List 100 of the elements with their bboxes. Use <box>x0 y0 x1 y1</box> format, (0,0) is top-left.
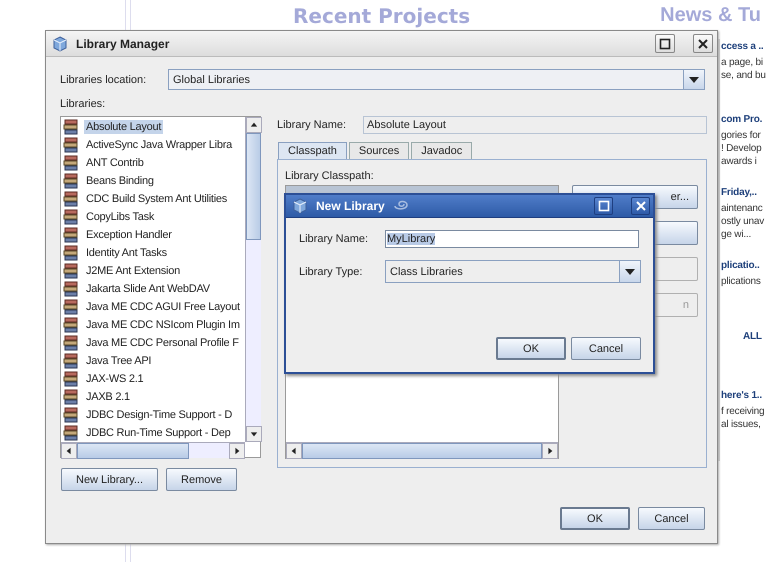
window-title: Library Manager <box>76 36 170 50</box>
section-heading: News & Tu <box>660 4 761 28</box>
arrow-left-icon <box>290 447 298 455</box>
field-label: Library Name: <box>299 233 370 245</box>
library-item[interactable]: Exception Handler <box>61 226 245 244</box>
arrow-left-icon <box>65 447 73 455</box>
news-text: a page, bi <box>721 57 764 70</box>
section-heading: Recent Projects <box>293 4 470 28</box>
library-item[interactable]: Jakarta Slide Ant WebDAV <box>61 280 245 298</box>
library-item[interactable]: ActiveSync Java Wrapper Libra <box>61 136 245 154</box>
list-label: Library Classpath: <box>285 170 375 182</box>
scroll-right-button[interactable] <box>229 443 245 459</box>
scrollbar-thumb[interactable] <box>246 133 261 240</box>
library-item[interactable]: Java ME CDC AGUI Free Layout <box>61 298 245 316</box>
all-link[interactable]: ALL <box>743 331 762 342</box>
field-label: Library Type: <box>299 266 364 278</box>
tab[interactable]: Classpath <box>278 142 347 159</box>
news-text: awards i <box>721 156 758 169</box>
library-item[interactable]: CDC Build System Ant Utilities <box>61 190 245 208</box>
news-text: f receiving <box>721 406 766 419</box>
books-icon <box>63 407 79 423</box>
dialog-button[interactable]: OK <box>560 507 630 530</box>
books-icon <box>63 173 79 189</box>
dialog-button[interactable]: Cancel <box>638 507 705 530</box>
news-title[interactable]: ccess a .. <box>721 41 766 57</box>
news-text: se, and bu <box>721 70 766 83</box>
news-title[interactable]: here's 1.. <box>721 390 766 406</box>
news-text: ostly unav <box>721 216 766 229</box>
scrollbar-thumb[interactable] <box>77 443 189 459</box>
library-item[interactable]: CopyLibs Task <box>61 208 245 226</box>
location-dropdown[interactable]: Global Libraries <box>168 69 705 90</box>
books-icon <box>63 119 79 135</box>
library-item[interactable]: Java Tree API <box>61 352 245 370</box>
books-icon <box>63 263 79 279</box>
maximize-icon <box>659 38 671 50</box>
field-label: Library Name: <box>277 119 346 131</box>
scroll-left-button[interactable] <box>61 443 77 459</box>
scroll-left-button[interactable] <box>286 443 302 459</box>
books-icon <box>63 281 79 297</box>
library-item[interactable]: JDBC Design-Time Support - D <box>61 406 245 424</box>
vertical-scrollbar[interactable] <box>245 117 261 442</box>
books-icon <box>63 335 79 351</box>
books-icon <box>63 425 79 441</box>
window-cube-icon <box>52 36 68 52</box>
tab[interactable]: Sources <box>348 142 410 159</box>
scroll-down-button[interactable] <box>246 426 262 442</box>
arrow-right-icon <box>546 447 554 455</box>
dialog-button[interactable]: OK <box>496 337 566 360</box>
close-button[interactable] <box>631 197 650 215</box>
library-item[interactable]: Absolute Layout <box>61 118 245 136</box>
close-icon <box>697 38 709 50</box>
news-title[interactable]: plicatio.. <box>721 260 766 276</box>
news-text: ge wi... <box>721 229 752 242</box>
list-button[interactable]: New Library... <box>61 468 158 491</box>
library-name-field[interactable]: MyLibrary <box>385 230 639 248</box>
dialog-title: New Library <box>316 199 385 213</box>
library-item[interactable]: Java ME CDC Personal Profile F <box>61 334 245 352</box>
list-button[interactable]: Remove <box>166 468 238 491</box>
maximize-icon <box>598 200 610 212</box>
news-title[interactable]: com Pro. <box>721 114 766 130</box>
horizontal-scrollbar[interactable] <box>61 442 245 458</box>
dialog-button[interactable]: Cancel <box>571 337 641 360</box>
arrow-down-icon <box>250 430 258 438</box>
caret-icon <box>625 268 635 274</box>
caret-icon <box>689 76 699 82</box>
arrow-up-icon <box>250 121 258 129</box>
library-item[interactable]: JAXB 2.1 <box>61 388 245 406</box>
news-title[interactable]: Friday,.. <box>721 187 766 203</box>
tab[interactable]: Javadoc <box>411 142 472 159</box>
news-text: al issues, <box>721 419 762 432</box>
maximize-button[interactable] <box>655 34 675 53</box>
scrollbar-thumb[interactable] <box>302 443 542 459</box>
field-label: Libraries location: <box>60 74 146 86</box>
library-item[interactable]: J2ME Ant Extension <box>61 262 245 280</box>
books-icon <box>63 371 79 387</box>
books-icon <box>63 299 79 315</box>
library-type-dropdown[interactable]: Class Libraries <box>385 260 641 283</box>
books-icon <box>63 317 79 333</box>
scroll-right-button[interactable] <box>542 443 558 459</box>
swirl-icon <box>392 198 409 212</box>
news-text: ! Develop <box>721 143 762 156</box>
library-name-field[interactable]: Absolute Layout <box>363 116 707 134</box>
news-text: aintenanc <box>721 203 764 216</box>
books-icon <box>63 245 79 261</box>
close-button[interactable] <box>693 34 713 53</box>
books-icon <box>63 155 79 171</box>
books-icon <box>63 209 79 225</box>
library-item[interactable]: Identity Ant Tasks <box>61 244 245 262</box>
library-item[interactable]: Beans Binding <box>61 172 245 190</box>
horizontal-scrollbar[interactable] <box>286 442 558 458</box>
books-icon <box>63 227 79 243</box>
maximize-button[interactable] <box>594 197 613 215</box>
library-item[interactable]: JAX-WS 2.1 <box>61 370 245 388</box>
library-item[interactable]: Java ME CDC NSIcom Plugin Im <box>61 316 245 334</box>
library-item[interactable]: ANT Contrib <box>61 154 245 172</box>
library-item[interactable]: JDBC Run-Time Support - Dep <box>61 424 245 442</box>
scroll-up-button[interactable] <box>246 117 262 133</box>
books-icon <box>63 353 79 369</box>
books-icon <box>63 191 79 207</box>
books-icon <box>63 389 79 405</box>
